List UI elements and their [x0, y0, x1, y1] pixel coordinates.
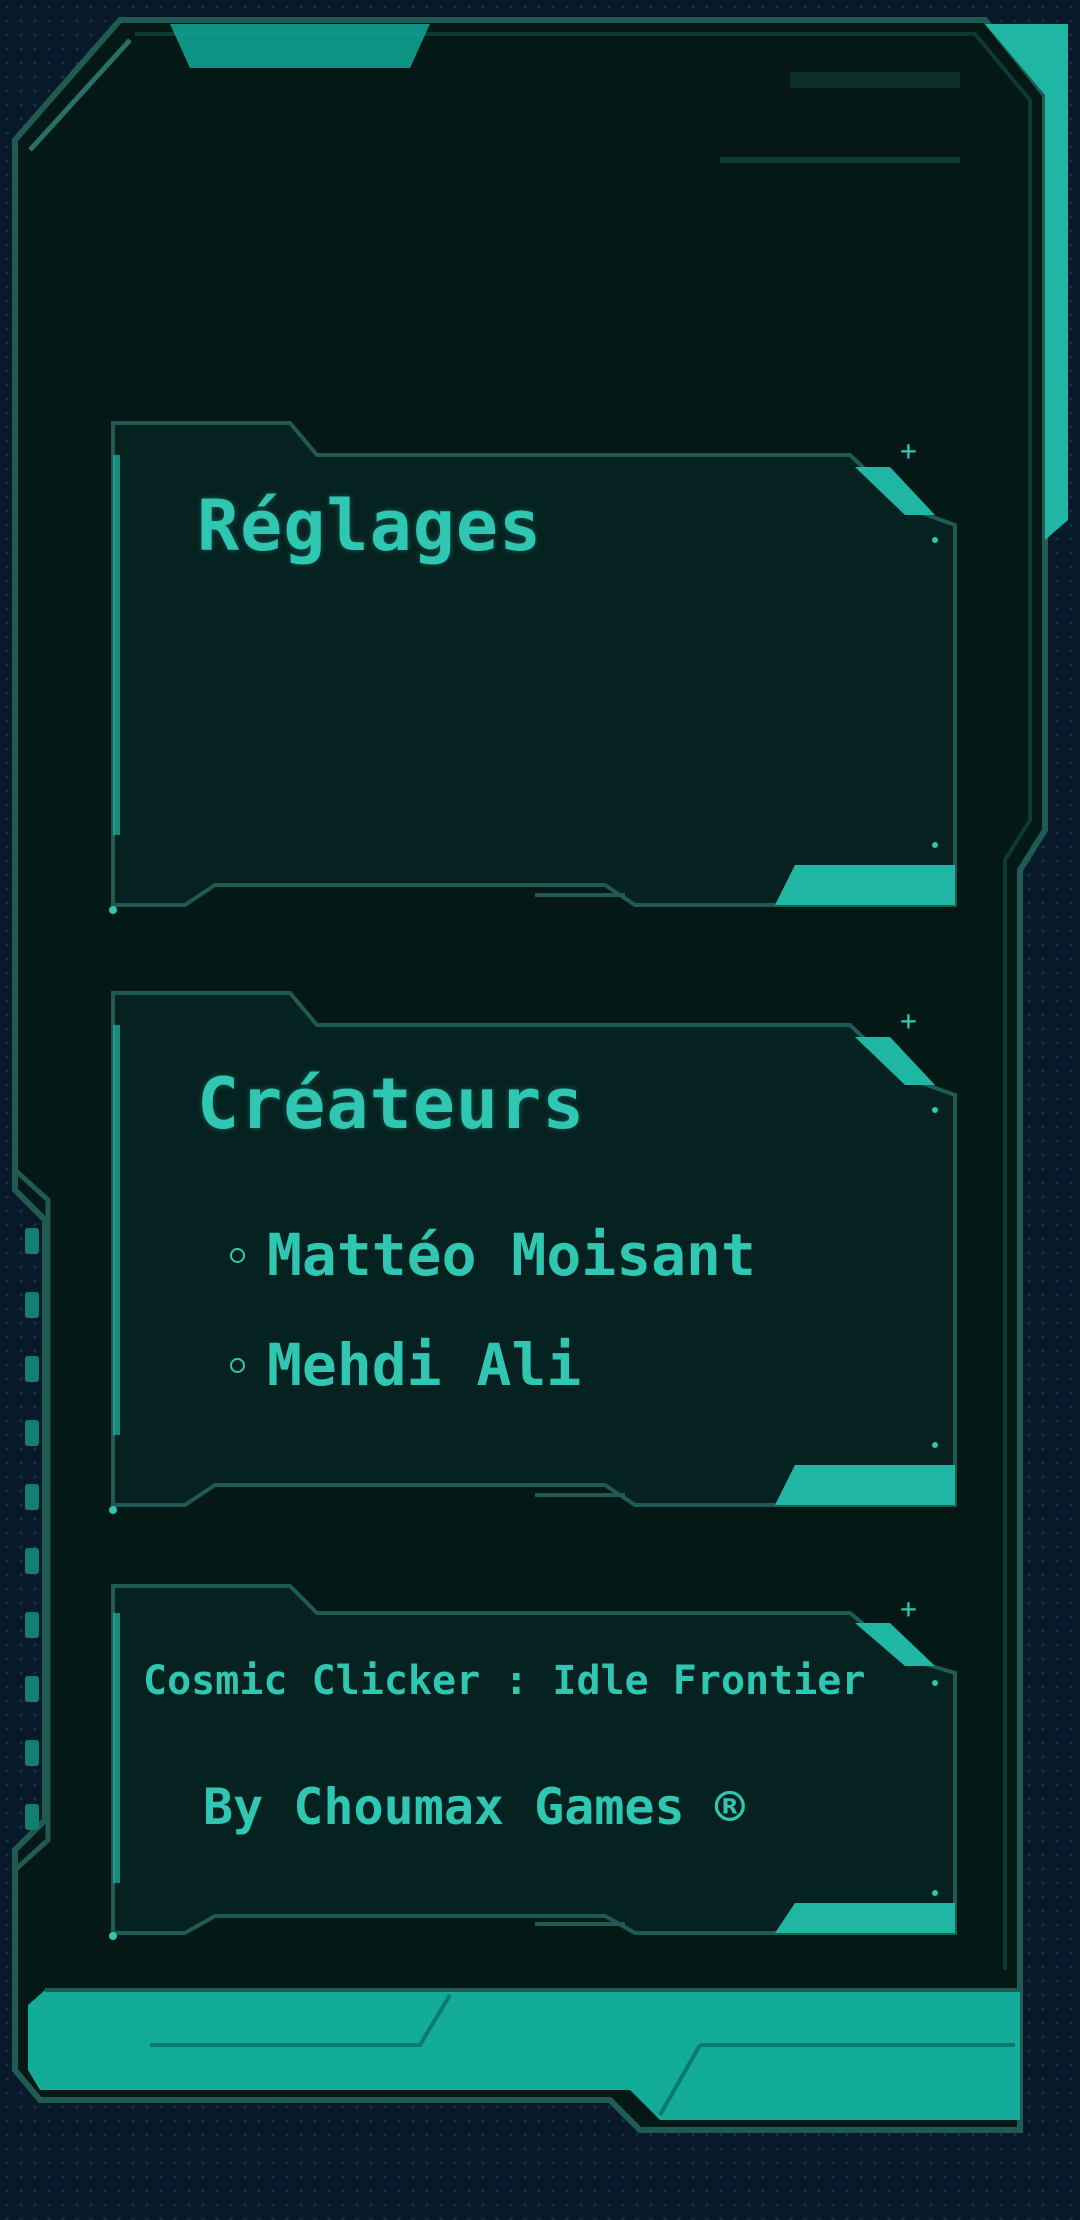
bullet-circle-icon	[230, 1357, 245, 1373]
side-indicator-lights	[25, 1228, 39, 1830]
creator-name: Mehdi Ali	[267, 1331, 582, 1399]
studio-credit: By Choumax Games ®	[203, 1778, 745, 1836]
settings-screen: + Réglages + Créateurs Mattéo Moisant Me…	[0, 0, 1080, 2220]
game-title: Cosmic Clicker : Idle Frontier	[143, 1658, 866, 1704]
settings-panel: + Réglages	[105, 415, 960, 915]
credits-title: Créateurs	[197, 1063, 586, 1145]
bullet-circle-icon	[230, 1247, 245, 1263]
creator-name: Mattéo Moisant	[267, 1221, 756, 1289]
list-item: Mattéo Moisant	[230, 1200, 756, 1310]
game-info-panel: + Cosmic Clicker : Idle Frontier By Chou…	[105, 1578, 960, 1940]
creators-list: Mattéo Moisant Mehdi Ali	[230, 1200, 756, 1420]
settings-title: Réglages	[197, 485, 543, 567]
list-item: Mehdi Ali	[230, 1310, 756, 1420]
credits-panel: + Créateurs Mattéo Moisant Mehdi Ali	[105, 985, 960, 1515]
